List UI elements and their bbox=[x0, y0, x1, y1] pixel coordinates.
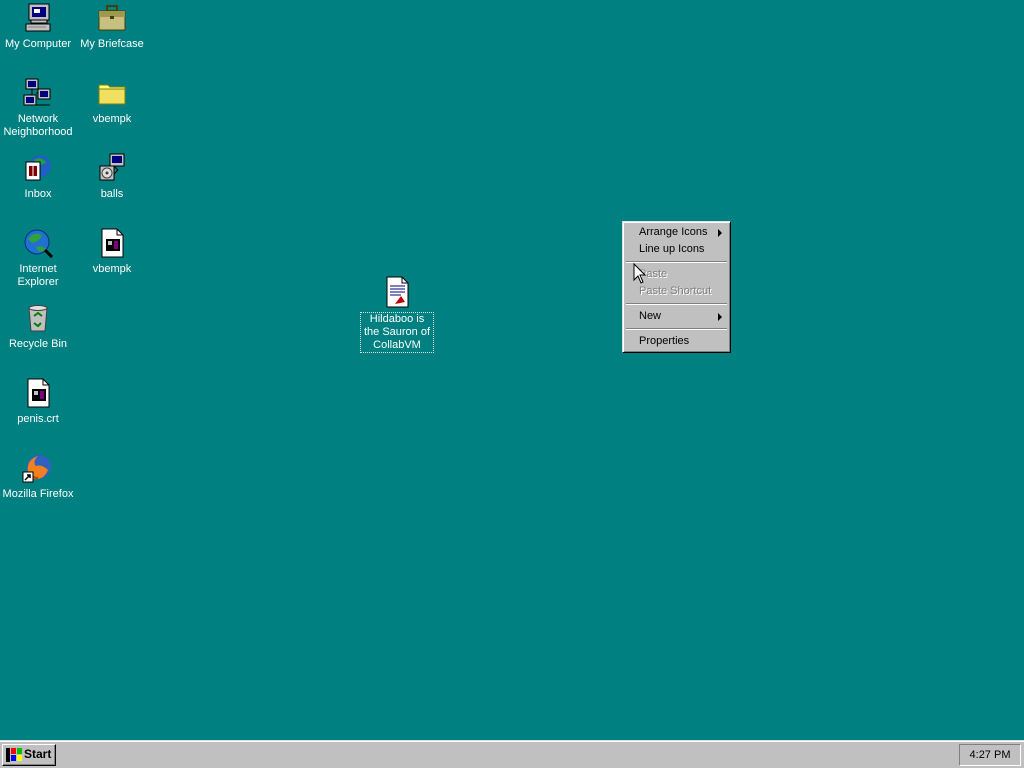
desktop-context-menu: Arrange Icons Line up Icons Paste Paste … bbox=[622, 221, 731, 353]
firefox-shortcut-icon bbox=[22, 452, 54, 484]
desktop-icon-network-neighborhood[interactable]: Network Neighborhood bbox=[0, 77, 76, 139]
system-tray: 4:27 PM bbox=[959, 744, 1021, 766]
desktop-icon-recycle-bin[interactable]: Recycle Bin bbox=[0, 302, 76, 351]
desktop-icon-inbox[interactable]: Inbox bbox=[0, 152, 76, 201]
document-icon bbox=[381, 276, 413, 308]
menu-item-label: New bbox=[639, 310, 662, 322]
desktop-icon-label: Inbox bbox=[24, 188, 52, 200]
desktop-icon-hildaboo-document[interactable]: Hildaboo is the Sauron of CollabVM bbox=[359, 276, 435, 353]
mouse-pointer-icon bbox=[633, 263, 646, 284]
desktop-icon-internet-explorer[interactable]: Internet Explorer bbox=[0, 227, 76, 289]
menu-separator bbox=[626, 328, 727, 330]
menu-item-label: Paste Shortcut bbox=[639, 285, 712, 297]
desktop-icon-mozilla-firefox[interactable]: Mozilla Firefox bbox=[0, 452, 76, 501]
desktop-icon-label: vbempk bbox=[92, 263, 132, 275]
desktop-icon-label: Internet Explorer bbox=[17, 263, 59, 288]
network-icon bbox=[22, 77, 54, 109]
desktop-icon-vbempk-folder[interactable]: vbempk bbox=[74, 77, 150, 126]
desktop-icon-vbempk-file[interactable]: vbempk bbox=[74, 227, 150, 276]
media-file-icon bbox=[96, 227, 128, 259]
desktop-icon-label: balls bbox=[100, 188, 124, 200]
desktop-icon-label: My Briefcase bbox=[80, 38, 144, 50]
desktop-icon-label: vbempk bbox=[92, 113, 132, 125]
menu-item-arrange-icons[interactable]: Arrange Icons bbox=[625, 224, 728, 241]
briefcase-icon bbox=[96, 2, 128, 34]
menu-item-properties[interactable]: Properties bbox=[625, 333, 728, 350]
start-button-label: Start bbox=[24, 747, 52, 761]
folder-icon bbox=[96, 77, 128, 109]
desktop-icon-label: My Computer bbox=[4, 38, 72, 50]
internet-explorer-icon bbox=[22, 227, 54, 259]
taskbar: Start 4:27 PM bbox=[0, 740, 1024, 768]
desktop-icon-label: Recycle Bin bbox=[8, 338, 68, 350]
desktop-icon-label: penis.crt bbox=[17, 413, 59, 425]
menu-separator bbox=[626, 303, 727, 305]
inbox-icon bbox=[22, 152, 54, 184]
submenu-arrow-icon bbox=[718, 229, 722, 237]
setup-program-icon bbox=[96, 152, 128, 184]
desktop[interactable]: My Computer My Briefcase Network Neighbo… bbox=[0, 0, 1024, 740]
start-button[interactable]: Start bbox=[2, 744, 56, 766]
desktop-icon-label: Network Neighborhood bbox=[3, 113, 73, 138]
submenu-arrow-icon bbox=[718, 313, 722, 321]
menu-item-label: Line up Icons bbox=[639, 243, 705, 255]
media-file-icon bbox=[22, 377, 54, 409]
my-computer-icon bbox=[22, 2, 54, 34]
clock[interactable]: 4:27 PM bbox=[970, 749, 1011, 761]
menu-item-label: Arrange Icons bbox=[639, 226, 708, 238]
windows-logo-icon bbox=[6, 748, 22, 762]
menu-item-new[interactable]: New bbox=[625, 308, 728, 325]
menu-item-paste-shortcut[interactable]: Paste Shortcut bbox=[625, 283, 728, 300]
desktop-icon-crt-file[interactable]: penis.crt bbox=[0, 377, 76, 426]
recycle-bin-icon bbox=[22, 302, 54, 334]
desktop-icon-my-briefcase[interactable]: My Briefcase bbox=[74, 2, 150, 51]
desktop-icon-label: Mozilla Firefox bbox=[2, 488, 74, 500]
desktop-icon-label: Hildaboo is the Sauron of CollabVM bbox=[360, 312, 434, 353]
desktop-icon-my-computer[interactable]: My Computer bbox=[0, 2, 76, 51]
desktop-icon-balls[interactable]: balls bbox=[74, 152, 150, 201]
menu-item-label: Properties bbox=[639, 335, 690, 347]
menu-item-line-up-icons[interactable]: Line up Icons bbox=[625, 241, 728, 258]
